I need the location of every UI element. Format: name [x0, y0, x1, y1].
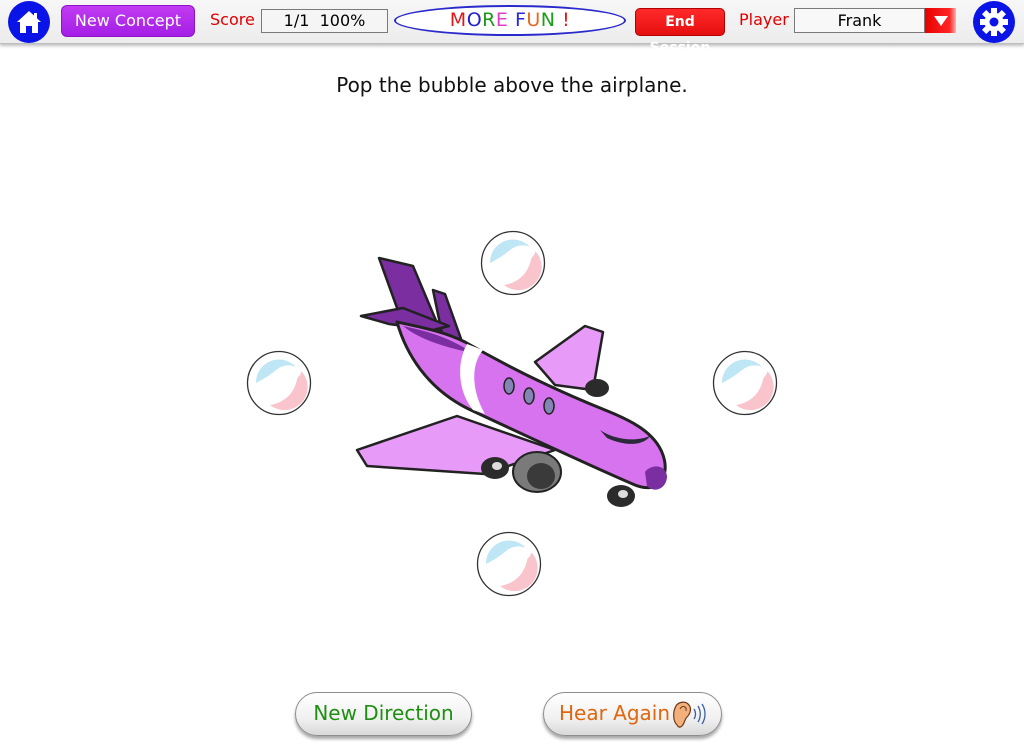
instruction-prompt: Pop the bubble above the airplane. [336, 73, 688, 97]
player-dropdown-button[interactable] [925, 8, 956, 33]
more-fun-letter: M [449, 9, 467, 31]
triangle-down-icon [933, 15, 948, 26]
gear-icon [980, 8, 1008, 36]
top-toolbar: New Concept Score 1/1 100% MORE FUN ! En… [0, 0, 1024, 56]
bubble-right[interactable] [712, 350, 778, 416]
more-fun-letter: E [495, 9, 509, 31]
bubble-icon [246, 350, 312, 416]
hear-again-button[interactable]: Hear Again [543, 692, 722, 736]
bubble-icon [476, 531, 542, 597]
end-session-button[interactable]: End Session [635, 8, 725, 56]
home-icon [17, 11, 41, 33]
bubble-below[interactable] [476, 531, 542, 597]
bubble-icon [712, 350, 778, 416]
new-direction-button[interactable]: New Direction [295, 692, 472, 736]
new-concept-button[interactable]: New Concept [61, 5, 195, 37]
home-button[interactable] [8, 1, 50, 43]
score-value: 1/1 100% [261, 9, 388, 33]
more-fun-button[interactable]: MORE FUN ! [394, 5, 626, 36]
player-select[interactable]: Frank [794, 8, 925, 33]
more-fun-letter: R [482, 9, 496, 31]
airplane-image [345, 250, 685, 515]
bubble-left[interactable] [246, 350, 312, 416]
more-fun-letter: N [540, 9, 556, 31]
more-fun-letter: F [514, 9, 527, 31]
more-fun-letter: O [466, 9, 483, 31]
airplane-icon [355, 256, 667, 507]
player-label: Player [739, 10, 789, 29]
more-fun-letter: ! [562, 9, 571, 31]
settings-button[interactable] [973, 1, 1015, 43]
hear-again-label: Hear Again [558, 701, 671, 725]
score-label: Score [210, 10, 255, 29]
ear-icon [673, 701, 706, 728]
more-fun-letter: U [526, 9, 541, 31]
